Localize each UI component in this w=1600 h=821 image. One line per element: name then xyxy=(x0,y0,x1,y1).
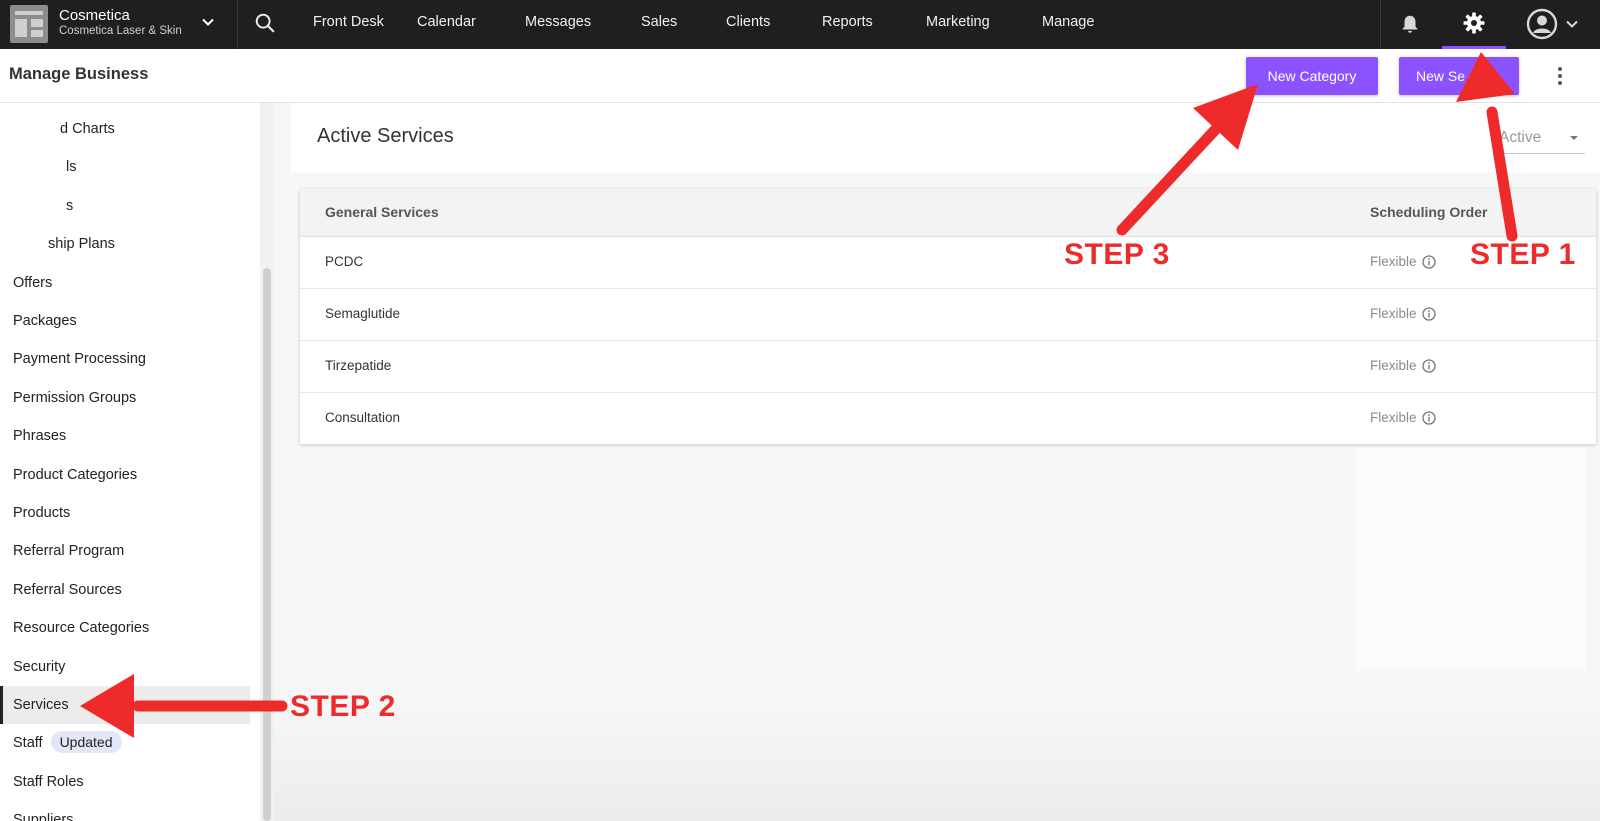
sidebar-item-offers[interactable]: Offers xyxy=(0,264,250,302)
new-category-button[interactable]: New Category xyxy=(1246,57,1378,95)
page-header: Manage Business New Category New Se xyxy=(0,49,1600,103)
info-icon[interactable] xyxy=(1422,411,1436,425)
sidebar-item-s[interactable]: s xyxy=(0,187,250,225)
content-title: Active Services xyxy=(317,125,454,147)
new-service-button[interactable]: New Se xyxy=(1399,57,1519,95)
sidebar-item-referral-program[interactable]: Referral Program xyxy=(0,532,250,570)
table-row[interactable]: PCDC Flexible xyxy=(300,237,1596,289)
nav-item-calendar[interactable]: Calendar xyxy=(394,0,502,49)
status-filter-value: Active xyxy=(1499,129,1542,146)
table-row[interactable]: Consultation Flexible xyxy=(300,393,1596,444)
sidebar-scrollbar[interactable] xyxy=(263,268,271,821)
page-title: Manage Business xyxy=(9,65,149,83)
updated-badge: Updated xyxy=(50,731,122,754)
sidebar-item-label: Suppliers xyxy=(13,812,74,821)
settings-sidebar: d Charts ls s ship Plans Offers Packages Payme… xyxy=(0,103,260,821)
nav-item-manage[interactable]: Manage xyxy=(1019,0,1099,49)
table-row[interactable]: Tirzepatide Flexible xyxy=(300,341,1596,393)
sidebar-item-label: Staff Roles xyxy=(13,774,84,790)
nav-item-front-desk[interactable]: Front Desk xyxy=(290,0,394,49)
scheduling-order: Flexible xyxy=(1370,410,1417,425)
business-location: Cosmetica Laser & Skin xyxy=(59,25,182,37)
sidebar-item-security[interactable]: Security xyxy=(0,648,250,686)
service-name: Tirzepatide xyxy=(325,358,392,373)
business-switcher[interactable]: Cosmetica Cosmetica Laser & Skin xyxy=(0,0,238,49)
service-name: Semaglutide xyxy=(325,306,401,321)
services-table: General Services Scheduling Order PCDC Fl… xyxy=(300,189,1596,444)
business-name: Cosmetica xyxy=(59,7,130,24)
nav-item-reports[interactable]: Reports xyxy=(799,0,903,49)
chevron-down-icon[interactable] xyxy=(1564,16,1580,32)
sidebar-item-phrases[interactable]: Phrases xyxy=(0,417,250,455)
sidebar-item-label: Phrases xyxy=(13,428,67,444)
empty-panel xyxy=(1356,448,1586,670)
sidebar-item-label: Product Categories xyxy=(13,467,138,483)
sidebar-item-label: Security xyxy=(13,659,66,675)
sidebar-item-payment-processing[interactable]: Payment Processing xyxy=(0,340,250,378)
sidebar-item-label: ls xyxy=(66,159,77,175)
sidebar-item-label: Resource Categories xyxy=(13,620,150,636)
service-name: Consultation xyxy=(325,410,401,425)
business-logo xyxy=(10,5,48,43)
divider xyxy=(1380,0,1381,49)
nav-item-clients[interactable]: Clients xyxy=(703,0,799,49)
sidebar-item-services[interactable]: Services xyxy=(0,686,250,724)
sidebar-item-staff-roles[interactable]: Staff Roles xyxy=(0,763,250,801)
nav-item-marketing[interactable]: Marketing xyxy=(903,0,1019,49)
sidebar-item-label: d Charts xyxy=(60,121,115,137)
gear-icon xyxy=(1463,12,1485,34)
sidebar-item-label: s xyxy=(66,198,74,214)
sidebar-item-staff[interactable]: Staff Updated xyxy=(0,724,250,762)
sidebar-item-label: Referral Program xyxy=(13,543,125,559)
content-header: Active Services Active xyxy=(291,103,1600,173)
more-options-icon[interactable] xyxy=(1550,65,1570,87)
info-icon[interactable] xyxy=(1422,255,1436,269)
sidebar-item-label: Products xyxy=(13,505,71,521)
caret-down-icon xyxy=(1570,136,1578,140)
sidebar-item-product-categories[interactable]: Product Categories xyxy=(0,456,250,494)
main-nav: Front Desk Calendar Messages Sales Clients Re… xyxy=(290,0,1099,49)
column-header-scheduling-order: Scheduling Order xyxy=(1370,204,1488,220)
user-avatar-icon[interactable] xyxy=(1526,8,1558,40)
bell-icon[interactable] xyxy=(1399,12,1421,36)
step2-label: STEP 2 xyxy=(290,690,396,723)
sidebar-item-label: Payment Processing xyxy=(13,351,146,367)
info-icon[interactable] xyxy=(1422,307,1436,321)
chevron-down-icon[interactable] xyxy=(200,14,216,30)
status-filter-select[interactable]: Active xyxy=(1499,123,1585,154)
sidebar-item-d-charts[interactable]: d Charts xyxy=(0,110,250,148)
sidebar-item-suppliers[interactable]: Suppliers xyxy=(0,801,250,821)
step3-label: STEP 3 xyxy=(1064,238,1170,271)
sidebar-item-ship-plans[interactable]: ship Plans xyxy=(0,225,250,263)
sidebar-item-label: Referral Sources xyxy=(13,582,122,598)
search-icon[interactable] xyxy=(254,12,276,34)
sidebar-item-packages[interactable]: Packages xyxy=(0,302,250,340)
scheduling-order: Flexible xyxy=(1370,306,1417,321)
settings-button[interactable] xyxy=(1442,0,1506,49)
table-row[interactable]: Semaglutide Flexible xyxy=(300,289,1596,341)
step1-label: STEP 1 xyxy=(1470,238,1576,271)
sidebar-item-permission-groups[interactable]: Permission Groups xyxy=(0,379,250,417)
sidebar-item-label: Services xyxy=(13,697,69,713)
sidebar-item-referral-sources[interactable]: Referral Sources xyxy=(0,571,250,609)
background-fade xyxy=(274,700,1600,821)
sidebar-item-label: ship Plans xyxy=(48,236,115,252)
table-header: General Services Scheduling Order xyxy=(300,189,1596,237)
sidebar-item-label: Offers xyxy=(13,275,53,291)
scheduling-order: Flexible xyxy=(1370,254,1417,269)
sidebar-item-label: Permission Groups xyxy=(13,390,137,406)
sidebar-item-resource-categories[interactable]: Resource Categories xyxy=(0,609,250,647)
sidebar-item-label: Staff xyxy=(13,735,43,751)
sidebar-item-products[interactable]: Products xyxy=(0,494,250,532)
info-icon[interactable] xyxy=(1422,359,1436,373)
scheduling-order: Flexible xyxy=(1370,358,1417,373)
nav-item-sales[interactable]: Sales xyxy=(618,0,703,49)
top-navigation-bar: Cosmetica Cosmetica Laser & Skin Front D… xyxy=(0,0,1600,49)
column-header-general-services: General Services xyxy=(325,204,439,220)
sidebar-item-label: Packages xyxy=(13,313,77,329)
sidebar-item-ls[interactable]: ls xyxy=(0,148,250,186)
nav-item-messages[interactable]: Messages xyxy=(502,0,618,49)
service-name: PCDC xyxy=(325,254,364,269)
